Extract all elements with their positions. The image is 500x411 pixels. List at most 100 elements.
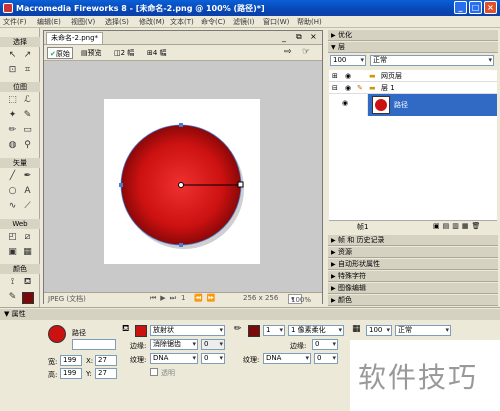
marquee-tool-icon[interactable]: ⬚ xyxy=(6,94,19,107)
stroke-edge-field[interactable]: 0 xyxy=(312,339,338,350)
brush-tool-icon[interactable]: ✎ xyxy=(21,109,34,122)
eye-icon[interactable]: ◉ xyxy=(345,70,351,82)
special-chars-panel-header[interactable]: ▶ 特殊字符 xyxy=(328,271,498,282)
layer-row-web[interactable]: ⊞ ◉ ▬ 网页层 xyxy=(329,70,497,82)
zoom-select[interactable]: 100% ▾ xyxy=(288,294,311,304)
y-field[interactable]: 27 xyxy=(95,368,117,379)
canvas-drawing[interactable] xyxy=(104,99,260,264)
doc-restore-icon[interactable]: ⧉ xyxy=(296,32,302,42)
edge-amount-field[interactable]: 0 xyxy=(201,339,225,350)
menu-file[interactable]: 文件(F) xyxy=(3,17,27,27)
layers-panel-header[interactable]: ▼ 层 xyxy=(328,42,498,53)
eyedropper-tool-icon[interactable]: ⟟ xyxy=(6,276,19,289)
expand-toggle-icon[interactable]: ⊞ xyxy=(332,70,338,82)
edge-select[interactable]: 消除锯齿 xyxy=(150,339,198,350)
pen-tool-icon[interactable]: ✒ xyxy=(21,170,34,183)
lasso-tool-icon[interactable]: ℒ xyxy=(21,94,34,107)
stroke-type-select[interactable]: 1 像素柔化 xyxy=(288,325,344,336)
menu-view[interactable]: 视图(V) xyxy=(71,17,95,27)
opacity-field[interactable]: 100 xyxy=(366,325,392,336)
height-field[interactable]: 199 xyxy=(60,368,82,379)
canvas-page[interactable] xyxy=(104,99,260,264)
document-tab[interactable]: 未命名-2.png* xyxy=(46,32,104,44)
texture-amount-field[interactable]: 0 xyxy=(201,353,225,364)
menu-modify[interactable]: 修改(M) xyxy=(139,17,165,27)
menu-filters[interactable]: 滤镜(I) xyxy=(233,17,255,27)
fill-type-select[interactable]: 放射状 xyxy=(150,325,225,336)
fill-swatch[interactable] xyxy=(135,325,147,337)
assets-panel-header[interactable]: ▶ 资源 xyxy=(328,247,498,258)
object-name-field[interactable] xyxy=(72,339,116,350)
doc-close-icon[interactable]: × xyxy=(310,32,317,41)
export-preview-icon[interactable]: ☞ xyxy=(302,47,310,57)
doc-minimize-icon[interactable]: _ xyxy=(282,33,286,42)
eye-icon[interactable]: ◉ xyxy=(342,99,348,107)
pencil-tool-icon[interactable]: ✏ xyxy=(6,124,19,137)
gradient-center-handle[interactable] xyxy=(178,182,184,188)
tab-2-up[interactable]: ◫2 幅 xyxy=(112,47,136,59)
show-slices-icon[interactable]: ▦ xyxy=(21,246,34,259)
frame-nav-controls[interactable]: ⏮▶⏭ xyxy=(150,294,180,303)
knife-tool-icon[interactable]: ⟋ xyxy=(21,200,34,213)
stroke-texture-amount-field[interactable]: 0 xyxy=(314,353,338,364)
color-panel-header[interactable]: ▶ 颜色 xyxy=(328,295,498,306)
pointer-tool-icon[interactable]: ↖ xyxy=(6,49,19,62)
menu-window[interactable]: 窗口(W) xyxy=(263,17,289,27)
paint-bucket-tool-icon[interactable]: ⛾ xyxy=(21,276,34,289)
collapse-toggle-icon[interactable]: ⊟ xyxy=(332,82,338,94)
ellipse-tool-icon[interactable]: ○ xyxy=(6,185,19,198)
text-tool-icon[interactable]: A xyxy=(21,185,34,198)
slice-tool-icon[interactable]: ⧄ xyxy=(21,231,34,244)
minimize-button[interactable]: _ xyxy=(454,1,467,14)
path-point-top[interactable] xyxy=(179,123,183,127)
layer-opacity-select[interactable]: 100 xyxy=(330,55,366,66)
x-field[interactable]: 27 xyxy=(95,355,117,366)
crop-tool-icon[interactable]: ⌗ xyxy=(21,64,34,77)
path-point-bottom[interactable] xyxy=(179,243,183,247)
subselect-tool-icon[interactable]: ↗ xyxy=(21,49,34,62)
stroke-swatch[interactable] xyxy=(248,325,260,337)
properties-header[interactable]: ▼ 属性 xyxy=(0,309,500,320)
blend-mode-select[interactable]: 正常 xyxy=(395,325,451,336)
menu-help[interactable]: 帮助(H) xyxy=(297,17,322,27)
magic-wand-tool-icon[interactable]: ✦ xyxy=(6,109,19,122)
transparent-checkbox[interactable] xyxy=(150,368,158,376)
gradient-end-handle[interactable] xyxy=(237,181,244,188)
canvas-area[interactable] xyxy=(44,61,322,292)
tab-original[interactable]: ✔原始 xyxy=(47,47,73,59)
layer-action-icons[interactable]: ▣▤▥▦🗑 xyxy=(433,222,483,230)
maximize-button[interactable]: □ xyxy=(469,1,482,14)
menu-commands[interactable]: 命令(C) xyxy=(201,17,225,27)
hide-slices-icon[interactable]: ▣ xyxy=(6,246,19,259)
blur-tool-icon[interactable]: ◍ xyxy=(6,139,19,152)
layer-blend-select[interactable]: 正常 xyxy=(370,55,494,66)
freeform-tool-icon[interactable]: ∿ xyxy=(6,200,19,213)
stroke-size-field[interactable]: 1 xyxy=(263,325,285,336)
image-edit-panel-header[interactable]: ▶ 图像编辑 xyxy=(328,283,498,294)
menu-edit[interactable]: 编辑(E) xyxy=(37,17,61,27)
object-row-path[interactable]: 路径 xyxy=(368,94,497,116)
hotspot-tool-icon[interactable]: ◰ xyxy=(6,231,19,244)
stroke-texture-select[interactable]: DNA xyxy=(263,353,311,364)
frame-step-controls[interactable]: ⏪⏩ xyxy=(194,294,219,302)
tab-preview[interactable]: ▤预览 xyxy=(79,47,104,59)
line-tool-icon[interactable]: ╱ xyxy=(6,170,19,183)
stroke-color-icon[interactable]: ✎ xyxy=(6,291,19,304)
frames-history-panel-header[interactable]: ▶ 帧 和 历史记录 xyxy=(328,235,498,246)
eraser-tool-icon[interactable]: ▭ xyxy=(21,124,34,137)
tab-4-up[interactable]: ⊞4 幅 xyxy=(145,47,169,59)
stamp-tool-icon[interactable]: ⚲ xyxy=(21,139,34,152)
scale-tool-icon[interactable]: ⊡ xyxy=(6,64,19,77)
quick-export-icon[interactable]: ⇨ xyxy=(284,47,292,57)
autoshape-panel-header[interactable]: ▶ 自动形状属性 xyxy=(328,259,498,270)
path-point-left[interactable] xyxy=(119,183,123,187)
eye-icon[interactable]: ◉ xyxy=(345,82,351,94)
menu-select[interactable]: 选择(S) xyxy=(105,17,129,27)
optimize-panel-header[interactable]: ▶ 优化 xyxy=(328,30,498,41)
width-field[interactable]: 199 xyxy=(60,355,82,366)
stroke-color-swatch[interactable] xyxy=(22,292,34,304)
pencil-edit-icon[interactable]: ✎ xyxy=(357,82,363,94)
layer-row-1[interactable]: ⊟ ◉ ✎ ▬ 层 1 xyxy=(329,82,497,94)
menu-text[interactable]: 文本(T) xyxy=(170,17,194,27)
texture-select[interactable]: DNA xyxy=(150,353,198,364)
